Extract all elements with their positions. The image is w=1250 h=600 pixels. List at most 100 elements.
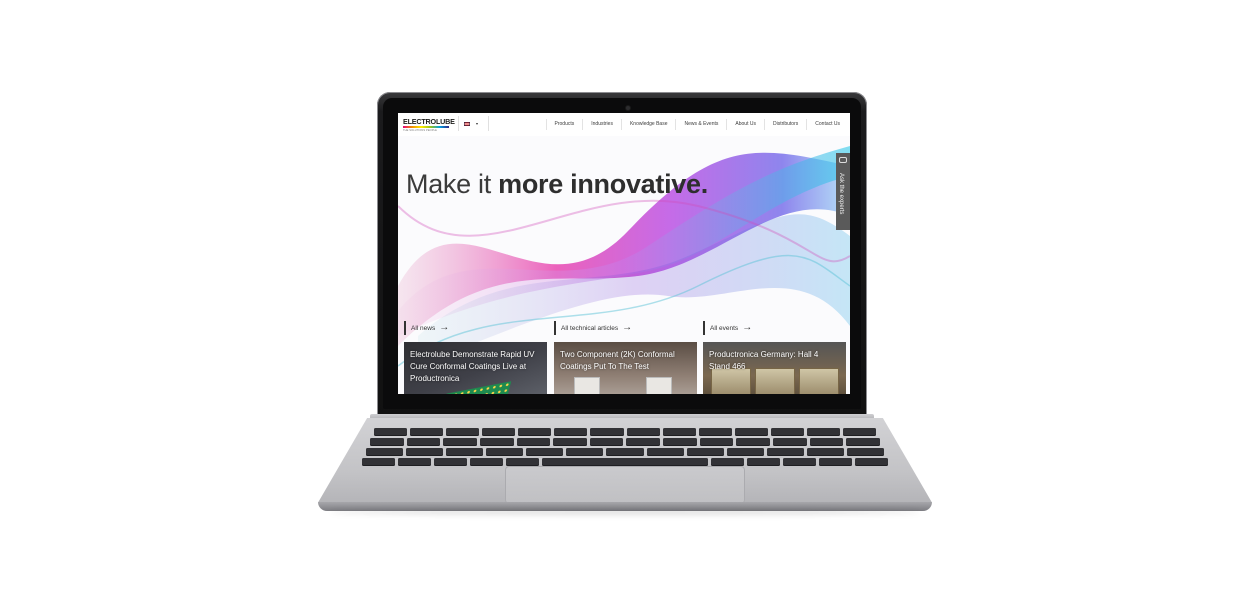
arrow-right-icon: →: [622, 322, 633, 333]
logo-tagline: THE SOLUTIONS PEOPLE: [403, 128, 437, 132]
keyboard-key: [446, 448, 484, 455]
keyboard-key: [662, 428, 696, 435]
nav-about-us[interactable]: About Us: [726, 119, 764, 130]
keyboard-key: [486, 448, 524, 455]
hero-headline: Make it more innovative.: [406, 169, 708, 200]
all-events-label: All events: [710, 324, 739, 332]
site-logo[interactable]: ELECTROLUBE THE SOLUTIONS PEOPLE: [403, 117, 455, 132]
headline-light: Make it: [406, 169, 499, 199]
technical-article-card[interactable]: Two Component (2K) Conformal Coatings Pu…: [554, 342, 697, 394]
logo-name: ELECTROLUBE: [403, 117, 455, 126]
keyboard-key: [542, 458, 708, 465]
chevron-down-icon: ▾: [476, 121, 479, 126]
keyboard-key: [554, 428, 588, 435]
keyboard-key: [566, 448, 604, 455]
keyboard-key: [526, 448, 564, 455]
keyboard-key: [854, 458, 888, 465]
nav-products[interactable]: Products: [545, 119, 583, 130]
keyboard-key: [736, 438, 771, 445]
keyboard-key: [482, 428, 516, 435]
arrow-right-icon: →: [742, 322, 753, 333]
webcam-icon: [626, 106, 630, 110]
nav-knowledge-base[interactable]: Knowledge Base: [620, 119, 676, 130]
keyboard-key: [698, 428, 732, 435]
keyboard-key: [846, 438, 880, 445]
keyboard-key: [362, 458, 396, 465]
keyboard-key: [434, 458, 468, 465]
all-news-link[interactable]: All news →: [404, 321, 449, 335]
key-row: [370, 438, 880, 445]
keyboard-key: [479, 438, 514, 445]
keyboard-key: [590, 428, 624, 435]
keyboard-key: [818, 458, 852, 465]
keyboard-key: [782, 458, 816, 465]
keyboard-key: [843, 428, 877, 435]
news-card-title: Electrolube Demonstrate Rapid UV Cure Co…: [410, 350, 535, 383]
keyboard-key: [518, 428, 552, 435]
ask-the-experts-tab[interactable]: Ask the experts: [836, 153, 850, 230]
arrow-right-icon: →: [439, 322, 450, 333]
keyboard-key: [806, 428, 841, 435]
laptop-shadow: [330, 509, 920, 515]
keyboard-key: [606, 448, 644, 455]
nav-contact-us[interactable]: Contact Us: [806, 119, 848, 130]
keyboard-key: [809, 438, 844, 445]
key-row: [366, 448, 885, 455]
keyboard-key: [406, 438, 441, 445]
keyboard-key: [686, 448, 724, 455]
all-news-label: All news: [411, 324, 436, 332]
keyboard-key: [734, 428, 768, 435]
event-card[interactable]: Productronica Germany: Hall 4 Stand 466: [703, 342, 846, 394]
logo-color-bar: [403, 126, 449, 128]
keyboard-key: [806, 448, 844, 455]
keyboard-key: [410, 428, 444, 435]
site-header: ELECTROLUBE THE SOLUTIONS PEOPLE ▾ Produ…: [398, 113, 850, 137]
keyboard-key: [406, 448, 444, 455]
keyboard-key: [443, 438, 477, 445]
keyboard-key: [846, 448, 885, 455]
key-row: [362, 458, 888, 465]
nav-news-events[interactable]: News & Events: [675, 119, 726, 130]
keyboard-key: [374, 428, 408, 435]
keyboard-key: [626, 438, 661, 445]
keyboard: [362, 424, 888, 470]
keyboard-key: [470, 458, 504, 465]
technical-article-card-title: Two Component (2K) Conformal Coatings Pu…: [560, 350, 675, 371]
keyboard-key: [766, 448, 804, 455]
trackpad: [505, 466, 745, 504]
uk-flag-icon: [464, 121, 470, 126]
nav-industries[interactable]: Industries: [582, 119, 621, 130]
divider: [488, 116, 489, 131]
news-card[interactable]: Electrolube Demonstrate Rapid UV Cure Co…: [404, 342, 547, 394]
keyboard-key: [646, 448, 684, 455]
keyboard-key: [398, 458, 432, 465]
laptop-screen: ELECTROLUBE THE SOLUTIONS PEOPLE ▾ Produ…: [398, 113, 850, 394]
main-menu: Products Industries Knowledge Base News …: [545, 113, 848, 136]
keyboard-key: [699, 438, 734, 445]
hero-banner: Make it more innovative. Ask the experts…: [398, 136, 850, 394]
lab-equipment-image: [646, 377, 672, 394]
all-technical-articles-label: All technical articles: [561, 324, 619, 332]
keyboard-key: [446, 428, 480, 435]
keyboard-key: [516, 438, 551, 445]
keyboard-key: [663, 438, 697, 445]
keyboard-key: [370, 438, 404, 445]
keyboard-key: [366, 448, 404, 455]
lab-equipment-image: [574, 377, 600, 394]
keyboard-key: [710, 458, 744, 465]
keyboard-key: [726, 448, 764, 455]
key-row: [374, 428, 877, 435]
language-selector[interactable]: ▾: [458, 116, 478, 131]
laptop-lid: ELECTROLUBE THE SOLUTIONS PEOPLE ▾ Produ…: [377, 92, 867, 419]
chat-icon: [839, 157, 847, 163]
keyboard-key: [626, 428, 660, 435]
keyboard-key: [746, 458, 780, 465]
keyboard-key: [589, 438, 624, 445]
keyboard-key: [506, 458, 540, 465]
keyboard-key: [773, 438, 807, 445]
all-events-link[interactable]: All events →: [703, 321, 752, 335]
all-technical-articles-link[interactable]: All technical articles →: [554, 321, 632, 335]
nav-distributors[interactable]: Distributors: [763, 119, 806, 130]
keyboard-key: [770, 428, 804, 435]
keyboard-key: [553, 438, 587, 445]
